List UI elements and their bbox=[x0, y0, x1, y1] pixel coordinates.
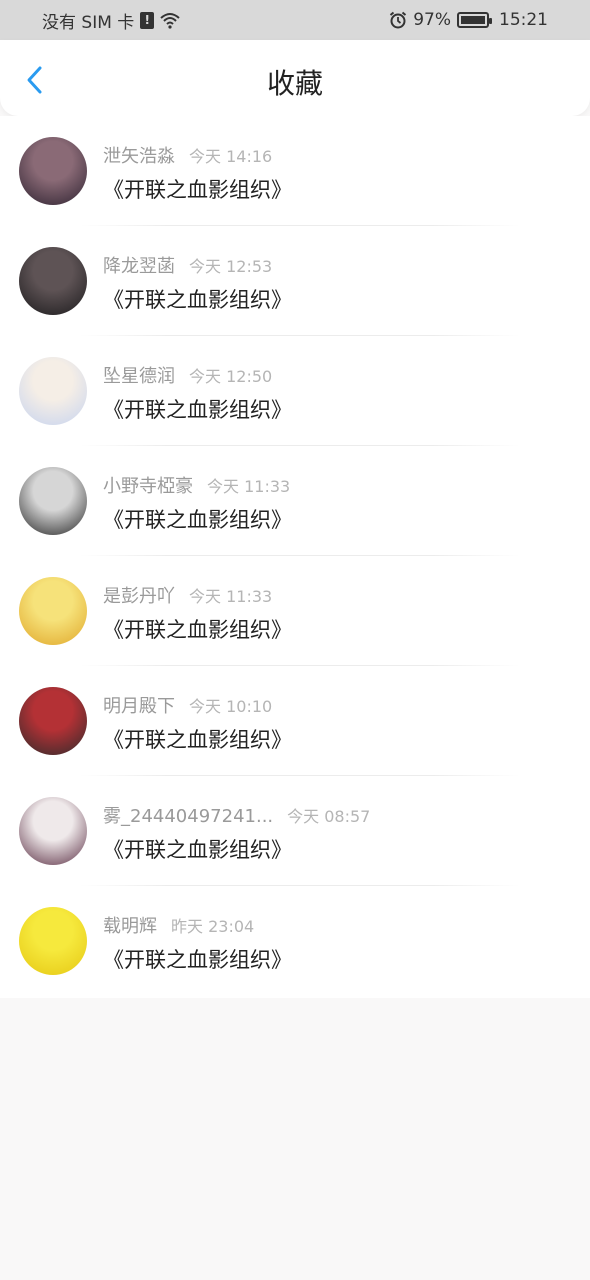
timestamp: 今天 08:57 bbox=[287, 807, 371, 826]
user-name[interactable]: 雾_24440497241... bbox=[103, 806, 273, 827]
page-header: 收藏 bbox=[0, 40, 590, 116]
book-title[interactable]: 《开联之血影组织》 bbox=[103, 614, 292, 644]
user-name[interactable]: 降龙翌菡 bbox=[103, 256, 175, 277]
item-meta: 降龙翌菡 今天 12:53 bbox=[103, 252, 273, 277]
user-name[interactable]: 明月殿下 bbox=[103, 696, 175, 717]
wifi-icon bbox=[160, 12, 180, 29]
list-item[interactable]: 小野寺椏豪 今天 11:33 《开联之血影组织》 bbox=[0, 446, 590, 556]
status-bar: 没有 SIM 卡 ! 97% 15:21 bbox=[0, 0, 590, 40]
carrier-text: 没有 SIM 卡 bbox=[42, 12, 135, 33]
timestamp: 昨天 23:04 bbox=[171, 917, 255, 936]
timestamp: 今天 14:16 bbox=[189, 147, 273, 166]
item-meta: 泄矢浩淼 今天 14:16 bbox=[103, 142, 273, 167]
list-item[interactable]: 坠星德润 今天 12:50 《开联之血影组织》 bbox=[0, 336, 590, 446]
book-title[interactable]: 《开联之血影组织》 bbox=[103, 394, 292, 424]
avatar[interactable] bbox=[19, 797, 87, 865]
avatar[interactable] bbox=[19, 687, 87, 755]
timestamp: 今天 10:10 bbox=[189, 697, 273, 716]
user-name[interactable]: 泄矢浩淼 bbox=[103, 146, 175, 167]
clock-time: 15:21 bbox=[499, 10, 548, 30]
user-name[interactable]: 载明辉 bbox=[103, 916, 157, 937]
item-meta: 明月殿下 今天 10:10 bbox=[103, 692, 273, 717]
timestamp: 今天 12:50 bbox=[189, 367, 273, 386]
item-meta: 坠星德润 今天 12:50 bbox=[103, 362, 273, 387]
timestamp: 今天 12:53 bbox=[189, 257, 273, 276]
item-meta: 是彭丹吖 今天 11:33 bbox=[103, 582, 273, 607]
avatar[interactable] bbox=[19, 247, 87, 315]
battery-percent: 97% bbox=[413, 10, 451, 30]
timestamp: 今天 11:33 bbox=[189, 587, 273, 606]
user-name[interactable]: 是彭丹吖 bbox=[103, 586, 175, 607]
sim-alert-icon: ! bbox=[140, 11, 155, 29]
avatar[interactable] bbox=[19, 907, 87, 975]
item-meta: 小野寺椏豪 今天 11:33 bbox=[103, 472, 291, 497]
avatar[interactable] bbox=[19, 137, 87, 205]
user-name[interactable]: 坠星德润 bbox=[103, 366, 175, 387]
alarm-icon bbox=[390, 11, 407, 29]
item-meta: 载明辉 昨天 23:04 bbox=[103, 912, 255, 937]
book-title[interactable]: 《开联之血影组织》 bbox=[103, 944, 292, 974]
user-name[interactable]: 小野寺椏豪 bbox=[103, 476, 193, 497]
list-item[interactable]: 是彭丹吖 今天 11:33 《开联之血影组织》 bbox=[0, 556, 590, 666]
battery-icon bbox=[457, 12, 492, 28]
book-title[interactable]: 《开联之血影组织》 bbox=[103, 504, 292, 534]
book-title[interactable]: 《开联之血影组织》 bbox=[103, 724, 292, 754]
avatar[interactable] bbox=[19, 577, 87, 645]
list-item[interactable]: 载明辉 昨天 23:04 《开联之血影组织》 bbox=[0, 886, 590, 996]
avatar[interactable] bbox=[19, 357, 87, 425]
list-item[interactable]: 泄矢浩淼 今天 14:16 《开联之血影组织》 bbox=[0, 116, 590, 226]
item-meta: 雾_24440497241... 今天 08:57 bbox=[103, 802, 371, 827]
list-item[interactable]: 明月殿下 今天 10:10 《开联之血影组织》 bbox=[0, 666, 590, 776]
page-title: 收藏 bbox=[266, 67, 323, 100]
avatar[interactable] bbox=[19, 467, 87, 535]
book-title[interactable]: 《开联之血影组织》 bbox=[103, 174, 292, 204]
favorites-list: 泄矢浩淼 今天 14:16 《开联之血影组织》 降龙翌菡 今天 12:53 《开联之血影组… bbox=[0, 116, 590, 998]
timestamp: 今天 11:33 bbox=[207, 477, 291, 496]
list-item[interactable]: 降龙翌菡 今天 12:53 《开联之血影组织》 bbox=[0, 226, 590, 336]
list-item[interactable]: 雾_24440497241... 今天 08:57 《开联之血影组织》 bbox=[0, 776, 590, 886]
book-title[interactable]: 《开联之血影组织》 bbox=[103, 834, 292, 864]
book-title[interactable]: 《开联之血影组织》 bbox=[103, 284, 292, 314]
